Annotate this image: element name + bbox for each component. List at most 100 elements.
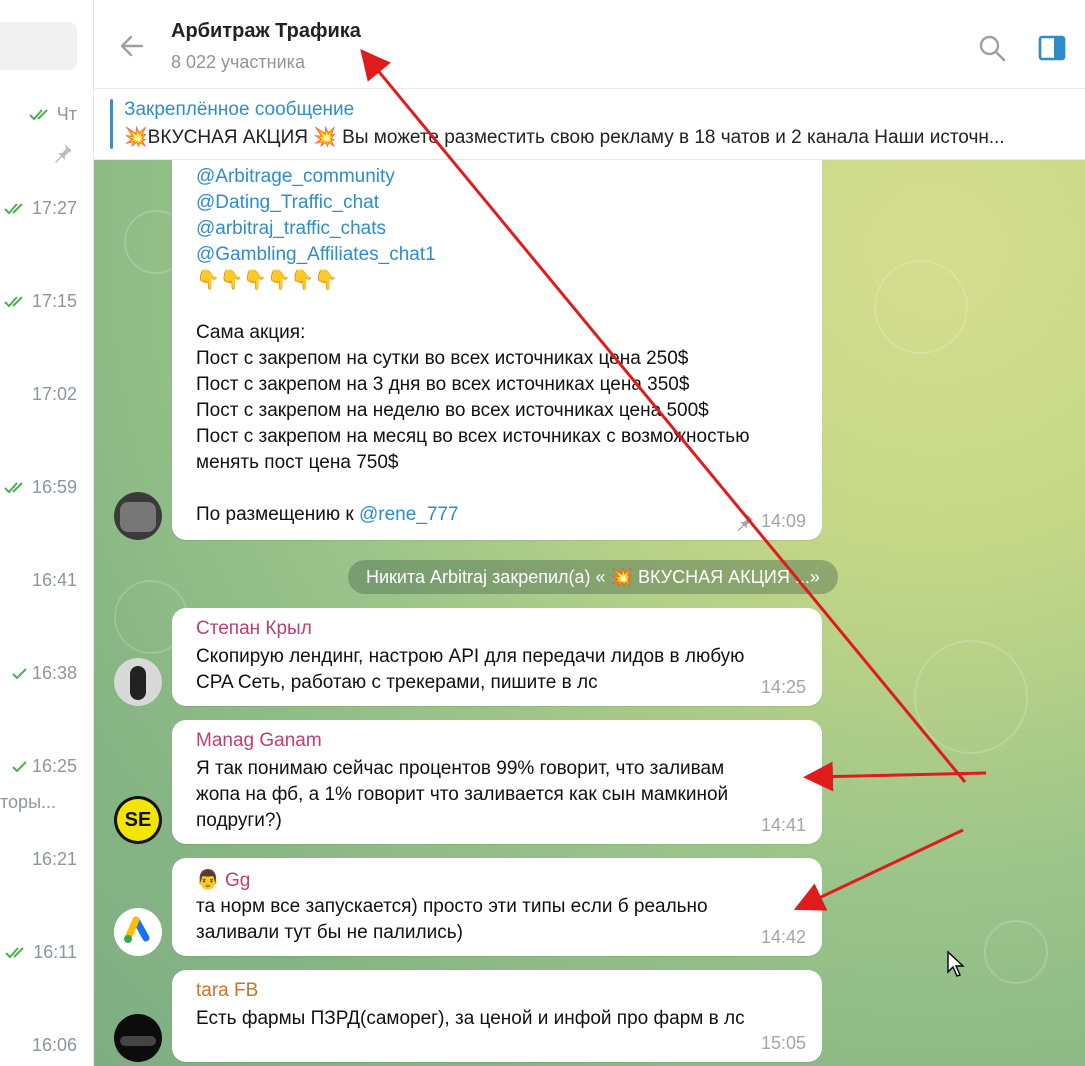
background-doodle — [874, 260, 968, 354]
search-icon[interactable] — [977, 33, 1007, 63]
chat-list-item[interactable]: 17:15 — [4, 291, 77, 312]
avatar[interactable] — [114, 1014, 162, 1062]
check-icon — [12, 667, 27, 679]
message-line: Пост с закрепом на неделю во всех источн… — [196, 400, 709, 421]
message-bubble[interactable]: 👨 Gg та норм все запускается) просто эти… — [172, 858, 822, 956]
chat-list-time: 16:38 — [31, 663, 77, 683]
chat-list-time: 16:25 — [31, 756, 77, 776]
pin-icon — [55, 144, 72, 163]
avatar[interactable]: SE — [114, 796, 162, 844]
message-line: Есть фармы ПЗРД(саморег), за ценой и инф… — [196, 1008, 745, 1029]
name-emoji: 👨 — [196, 870, 220, 891]
sender-name[interactable]: 👨 Gg — [196, 868, 250, 892]
message-text: Есть фармы ПЗРД(саморег), за ценой и инф… — [196, 1006, 745, 1032]
channel-link[interactable]: @Gambling_Affiliates_chat1 — [196, 242, 749, 268]
chat-list-time: 16:41 — [31, 570, 77, 590]
message-line: менять пост цена 750$ — [196, 452, 399, 473]
message-time-wrap: 14:09 — [735, 511, 806, 532]
avatar-image — [120, 1036, 156, 1046]
chat-list-item[interactable]: 16:41 — [32, 570, 77, 591]
sender-name[interactable]: Manag Ganam — [196, 730, 322, 752]
message-time: 14:41 — [760, 815, 806, 835]
message-bubble[interactable]: @Arbitrage_community @Dating_Traffic_cha… — [172, 160, 822, 540]
message-line: Пост с закрепом на 3 дня во всех источни… — [196, 374, 690, 395]
sender-name[interactable]: tara FB — [196, 980, 258, 1002]
message-line: Пост с закрепом на месяц во всех источни… — [196, 426, 750, 447]
pin-icon — [737, 513, 754, 531]
sender-name[interactable]: Степан Крыл — [196, 618, 312, 640]
emoji-line: 👇👇👇👇👇👇 — [196, 270, 338, 291]
chat-messages-area: @Arbitrage_community @Dating_Traffic_cha… — [94, 160, 1085, 1066]
message-time: 15:05 — [760, 1033, 806, 1053]
chat-list-item[interactable]: 16:21 — [32, 849, 77, 870]
background-doodle — [984, 920, 1048, 984]
message-bubble[interactable]: Степан Крыл Скопирую лендинг, настрою AP… — [172, 608, 822, 706]
message-line: жопа на фб, а 1% говорит что заливается … — [196, 784, 729, 805]
pinned-accent-bar — [110, 99, 113, 149]
chat-list-search[interactable] — [0, 22, 77, 70]
contact-link[interactable]: @rene_777 — [359, 504, 459, 525]
double-check-icon — [4, 295, 23, 307]
back-arrow-icon[interactable] — [116, 30, 148, 62]
pinned-label: Закреплённое сообщение — [124, 99, 355, 120]
chat-list-time: 17:27 — [31, 198, 77, 218]
message-line: подруги?) — [196, 810, 282, 831]
avatar[interactable] — [114, 658, 162, 706]
message-bubble[interactable]: Manag Ganam Я так понимаю сейчас процент… — [172, 720, 822, 844]
message-text: @Arbitrage_community @Dating_Traffic_cha… — [196, 164, 749, 528]
chat-list-time: 16:21 — [31, 849, 77, 869]
chat-list-item[interactable]: 17:02 — [32, 384, 77, 405]
message-line: заливали тут бы не палились) — [196, 922, 463, 943]
message-time: 14:25 — [760, 677, 806, 697]
message-line: Пост с закрепом на сутки во всех источни… — [196, 348, 689, 369]
channel-link[interactable]: @arbitraj_traffic_chats — [196, 216, 749, 242]
chat-list-time: Чт — [56, 104, 77, 124]
chat-list-time: 16:59 — [31, 477, 77, 497]
chat-list-time: 16:11 — [33, 942, 77, 962]
double-check-icon — [29, 108, 48, 120]
chat-list-item[interactable]: 17:27 — [4, 198, 77, 219]
pinned-message-bar[interactable]: Закреплённое сообщение 💥ВКУСНАЯ АКЦИЯ 💥 … — [94, 89, 1085, 160]
chat-list-item[interactable]: 16:25 — [12, 756, 77, 777]
chat-list-item[interactable]: 16:11 — [5, 942, 77, 963]
message-bubble[interactable]: tara FB Есть фармы ПЗРД(саморег), за цен… — [172, 970, 822, 1062]
double-check-icon — [5, 946, 24, 958]
member-count: 8 022 участника — [171, 52, 305, 72]
message-line: По размещению к @rene_777 — [196, 502, 749, 528]
message-text: Я так понимаю сейчас процентов 99% говор… — [196, 756, 728, 834]
channel-link[interactable]: @Dating_Traffic_chat — [196, 190, 749, 216]
avatar[interactable] — [114, 492, 162, 540]
double-check-icon — [4, 481, 23, 493]
message-text: та норм все запускается) просто эти типы… — [196, 894, 708, 946]
message-line: та норм все запускается) просто эти типы… — [196, 896, 708, 917]
pinned-text: 💥ВКУСНАЯ АКЦИЯ 💥 Вы можете разместить св… — [124, 127, 1005, 148]
chat-list-item[interactable]: 16:59 — [4, 477, 77, 498]
double-check-icon — [4, 202, 23, 214]
ads-logo-icon — [114, 908, 162, 956]
sidebar-toggle-icon[interactable] — [1037, 33, 1067, 63]
avatar[interactable] — [114, 908, 162, 956]
avatar-image — [120, 502, 156, 532]
message-line: Сама акция: — [196, 322, 306, 343]
sender-name-text: Gg — [224, 870, 251, 891]
message-line: Я так понимаю сейчас процентов 99% говор… — [196, 758, 725, 779]
chat-list-time: 16:06 — [31, 1035, 77, 1055]
avatar-image — [130, 666, 146, 700]
message-line: CPA Сеть, работаю с трекерами, пишите в … — [196, 672, 598, 693]
chat-list-time: 17:15 — [31, 291, 77, 311]
chat-list-item[interactable]: Чт — [29, 104, 77, 125]
chat-header: Арбитраж Трафика 8 022 участника — [94, 0, 1085, 89]
background-doodle — [914, 640, 1028, 754]
chat-list-snippet: торы... — [0, 792, 57, 812]
contact-prefix: По размещению к — [196, 504, 359, 525]
chat-list-item[interactable]: 16:38 — [12, 663, 77, 684]
channel-link[interactable]: @Arbitrage_community — [196, 164, 749, 190]
service-message[interactable]: Никита Arbitraj закрепил(а) « 💥 ВКУСНАЯ … — [348, 560, 838, 594]
message-time: 14:42 — [760, 927, 806, 947]
chat-list-time: 17:02 — [31, 384, 77, 404]
chat-title[interactable]: Арбитраж Трафика — [171, 20, 361, 43]
chat-list-item[interactable]: 16:06 — [32, 1035, 77, 1056]
avatar-logo: SE — [117, 799, 159, 841]
